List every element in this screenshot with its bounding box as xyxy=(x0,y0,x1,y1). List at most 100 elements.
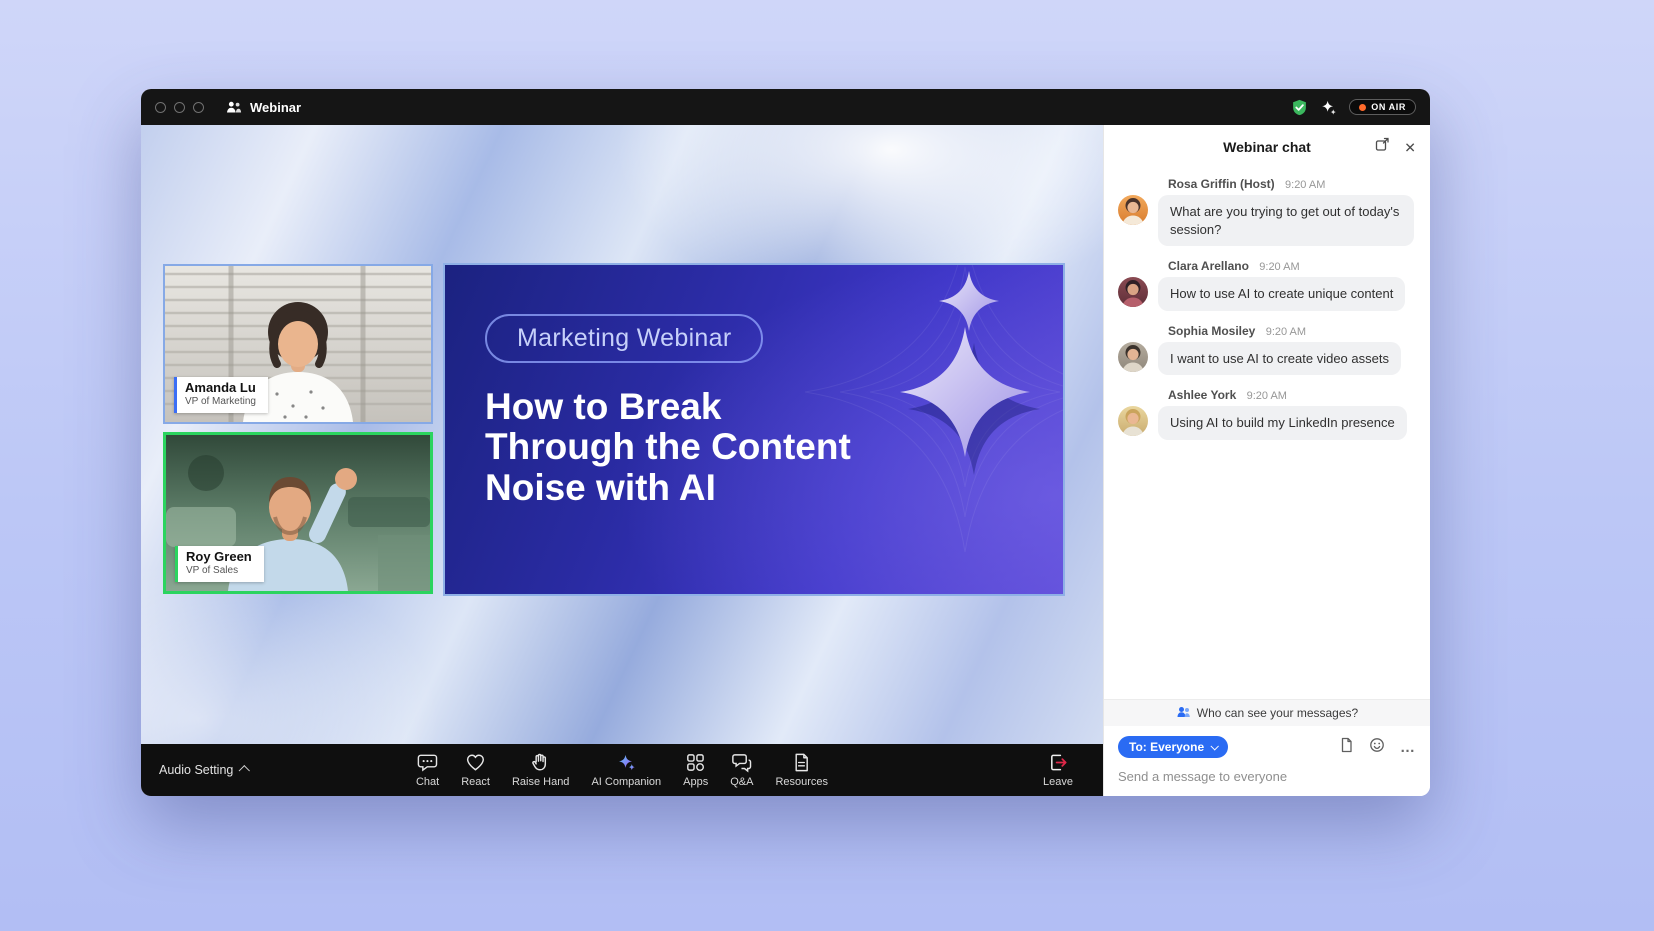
titlebar-right: ON AIR xyxy=(1291,99,1416,116)
toolbar-center: Chat React Raise Hand xyxy=(406,749,838,791)
chat-message: Clara Arellano 9:20 AM How to use AI to … xyxy=(1118,259,1416,311)
heart-icon xyxy=(465,752,486,773)
chat-button[interactable]: Chat xyxy=(406,749,449,791)
composer-input-wrap xyxy=(1118,758,1416,788)
ai-sparkle-icon[interactable] xyxy=(1320,99,1337,116)
avatar xyxy=(1118,195,1148,225)
nametag-amanda: Amanda Lu VP of Marketing xyxy=(174,377,268,413)
react-label: React xyxy=(461,776,490,788)
leave-icon xyxy=(1048,752,1069,773)
react-button[interactable]: React xyxy=(451,749,500,791)
stage-column: Amanda Lu VP of Marketing xyxy=(141,125,1103,796)
on-air-label: ON AIR xyxy=(1371,102,1406,112)
leave-button[interactable]: Leave xyxy=(1033,749,1083,791)
webinar-chat-panel: Webinar chat ✕ Rosa Griffin (Host) 9:20 … xyxy=(1103,125,1430,796)
privacy-note-text: Who can see your messages? xyxy=(1197,706,1358,720)
attach-file-icon[interactable] xyxy=(1339,737,1354,758)
chat-footer: Who can see your messages? To: Everyone xyxy=(1104,699,1430,796)
to-everyone-label: To: Everyone xyxy=(1129,740,1204,754)
leave-label: Leave xyxy=(1043,776,1073,788)
message-bubble: Using AI to build my LinkedIn presence xyxy=(1158,406,1407,440)
message-bubble: I want to use AI to create video assets xyxy=(1158,342,1401,376)
chat-label: Chat xyxy=(416,776,439,788)
raise-hand-icon xyxy=(530,752,551,773)
emoji-icon[interactable] xyxy=(1369,737,1385,758)
slide-title-line: Through the Content xyxy=(485,427,851,467)
video-tile-roy[interactable]: Roy Green VP of Sales xyxy=(163,432,433,594)
avatar xyxy=(1118,277,1148,307)
message-time: 9:20 AM xyxy=(1266,326,1306,338)
chat-title: Webinar chat xyxy=(1223,139,1311,155)
window-close-control[interactable] xyxy=(155,102,166,113)
slide-title-line: How to Break xyxy=(485,387,851,427)
chevron-down-icon xyxy=(1211,742,1219,750)
slide-title-line: Noise with AI xyxy=(485,468,851,508)
qa-icon xyxy=(731,752,752,773)
more-options-icon[interactable]: … xyxy=(1400,740,1416,755)
on-air-badge: ON AIR xyxy=(1349,99,1416,115)
security-shield-icon[interactable] xyxy=(1291,99,1308,116)
chat-header-icons: ✕ xyxy=(1374,137,1416,158)
resources-label: Resources xyxy=(775,776,828,788)
ai-companion-label: AI Companion xyxy=(591,776,661,788)
message-meta: Ashlee York 9:20 AM xyxy=(1168,388,1416,402)
participant-role: VP of Marketing xyxy=(185,396,256,408)
participant-role: VP of Sales xyxy=(186,565,252,577)
message-author: Ashlee York xyxy=(1168,388,1236,402)
message-author: Clara Arellano xyxy=(1168,259,1249,273)
window-zoom-control[interactable] xyxy=(193,102,204,113)
meeting-toolbar: Audio Setting Chat React xyxy=(141,744,1103,796)
message-author: Rosa Griffin (Host) xyxy=(1168,177,1275,191)
message-input[interactable] xyxy=(1118,758,1416,788)
chat-message: Ashlee York 9:20 AM Using AI to build my… xyxy=(1118,388,1416,440)
chat-message-list[interactable]: Rosa Griffin (Host) 9:20 AM What are you… xyxy=(1104,169,1430,699)
qa-button[interactable]: Q&A xyxy=(720,749,763,791)
window-content: Amanda Lu VP of Marketing xyxy=(141,125,1430,796)
close-icon[interactable]: ✕ xyxy=(1404,140,1416,154)
resources-icon xyxy=(791,752,812,773)
webinar-icon xyxy=(226,100,242,114)
audio-setting-button[interactable]: Audio Setting xyxy=(159,763,249,777)
message-bubble: What are you trying to get out of today'… xyxy=(1158,195,1414,246)
ai-companion-button[interactable]: AI Companion xyxy=(581,749,671,791)
privacy-note: Who can see your messages? xyxy=(1104,699,1430,726)
apps-button[interactable]: Apps xyxy=(673,749,718,791)
nametag-roy: Roy Green VP of Sales xyxy=(175,546,264,582)
message-time: 9:20 AM xyxy=(1247,390,1287,402)
slide-badge: Marketing Webinar xyxy=(485,314,763,363)
message-author: Sophia Mosiley xyxy=(1168,324,1255,338)
window-minimize-control[interactable] xyxy=(174,102,185,113)
window-title: Webinar xyxy=(250,100,301,115)
participant-name: Amanda Lu xyxy=(185,381,256,396)
on-air-dot-icon xyxy=(1359,104,1366,111)
raise-hand-label: Raise Hand xyxy=(512,776,569,788)
qa-label: Q&A xyxy=(730,776,753,788)
participant-name: Roy Green xyxy=(186,550,252,565)
window-controls xyxy=(155,102,204,113)
message-meta: Sophia Mosiley 9:20 AM xyxy=(1168,324,1416,338)
avatar xyxy=(1118,342,1148,372)
audio-setting-label: Audio Setting xyxy=(159,763,233,777)
message-time: 9:20 AM xyxy=(1259,261,1299,273)
chat-icon xyxy=(417,752,438,773)
chat-message: Rosa Griffin (Host) 9:20 AM What are you… xyxy=(1118,177,1416,246)
webinar-stage: Amanda Lu VP of Marketing xyxy=(141,125,1103,744)
video-tile-amanda[interactable]: Amanda Lu VP of Marketing xyxy=(163,264,433,424)
shared-slide: Marketing Webinar How to Break Through t… xyxy=(443,263,1065,596)
message-meta: Rosa Griffin (Host) 9:20 AM xyxy=(1168,177,1416,191)
message-meta: Clara Arellano 9:20 AM xyxy=(1168,259,1416,273)
ai-companion-icon xyxy=(616,752,637,773)
message-bubble: How to use AI to create unique content xyxy=(1158,277,1405,311)
to-everyone-selector[interactable]: To: Everyone xyxy=(1118,736,1228,758)
composer-icons: … xyxy=(1339,737,1416,758)
chat-composer: To: Everyone … xyxy=(1104,726,1430,796)
chat-header: Webinar chat ✕ xyxy=(1104,125,1430,169)
resources-button[interactable]: Resources xyxy=(765,749,838,791)
popout-icon[interactable] xyxy=(1374,137,1390,158)
privacy-people-icon xyxy=(1176,705,1191,722)
avatar xyxy=(1118,406,1148,436)
apps-label: Apps xyxy=(683,776,708,788)
chevron-up-icon xyxy=(239,765,250,776)
chat-message: Sophia Mosiley 9:20 AM I want to use AI … xyxy=(1118,324,1416,376)
raise-hand-button[interactable]: Raise Hand xyxy=(502,749,579,791)
